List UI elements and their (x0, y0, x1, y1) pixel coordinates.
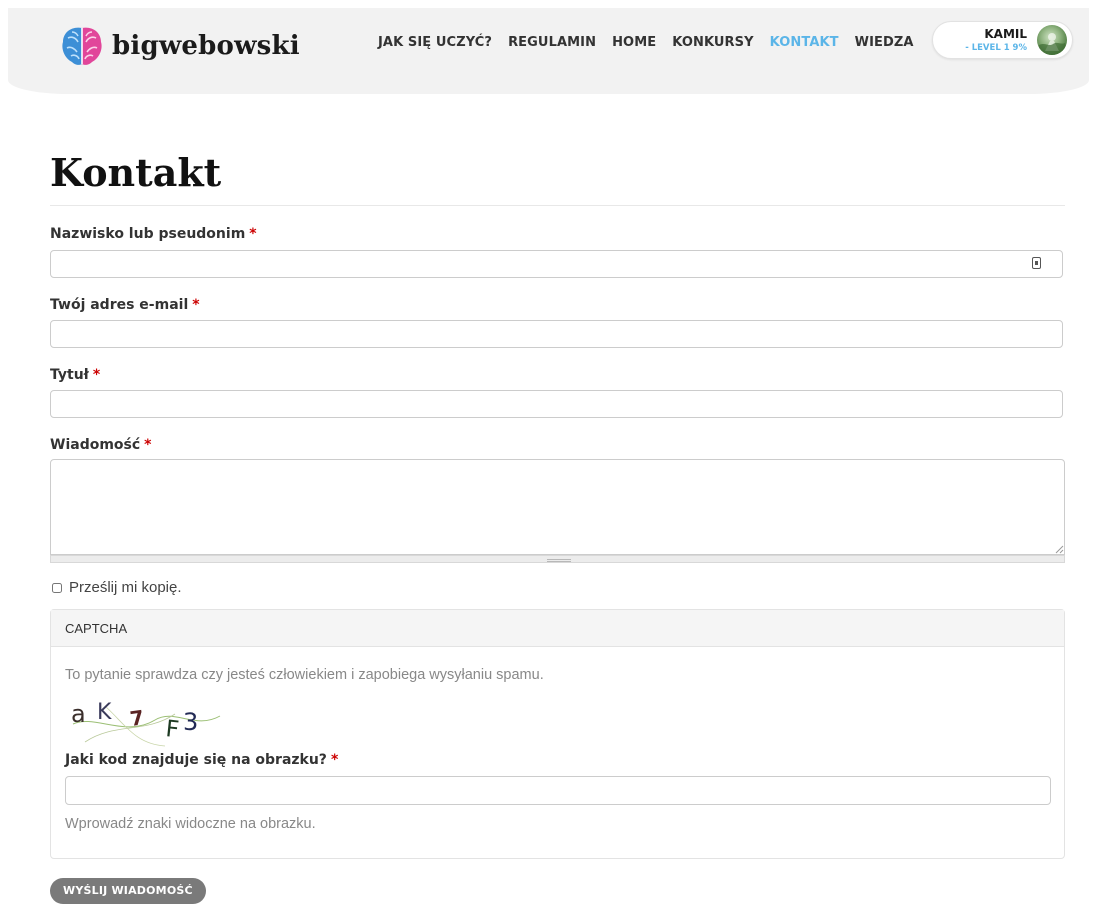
name-field[interactable] (50, 250, 1063, 278)
site-logo[interactable]: bigwebowski (58, 22, 300, 70)
main-nav: JAK SIĘ UCZYĆ? REGULAMIN HOME KONKURSY K… (378, 35, 930, 50)
email-label: Twój adres e-mail * (50, 297, 200, 313)
captcha-fieldset: CAPTCHA To pytanie sprawdza czy jesteś c… (50, 609, 1065, 859)
nav-item-konkursy[interactable]: KONKURSY (672, 35, 753, 50)
captcha-question: Jaki kod znajduje się na obrazku? * (65, 752, 338, 768)
captcha-help-text: Wprowadź znaki widoczne na obrazku. (65, 816, 316, 832)
captcha-title: CAPTCHA (65, 621, 128, 636)
password-manager-icon[interactable] (1032, 257, 1041, 269)
nav-item-jak-sie-uczyc[interactable]: JAK SIĘ UCZYĆ? (378, 35, 492, 50)
captcha-answer-field[interactable] (65, 776, 1051, 805)
subject-label-text: Tytuł (50, 367, 89, 383)
textarea-grippie[interactable] (50, 555, 1065, 563)
resize-handle-icon[interactable] (1054, 544, 1064, 554)
captcha-question-text: Jaki kod znajduje się na obrazku? (65, 752, 327, 768)
message-label: Wiadomość * (50, 437, 152, 453)
nav-item-regulamin[interactable]: REGULAMIN (508, 35, 596, 50)
avatar-image-icon (1037, 33, 1067, 55)
captcha-image: a K 7 F 3 (71, 700, 221, 747)
send-message-button[interactable]: WYŚLIJ WIADOMOŚĆ (50, 878, 206, 904)
svg-text:F: F (164, 716, 180, 743)
name-label-text: Nazwisko lub pseudonim (50, 226, 246, 242)
message-label-text: Wiadomość (50, 437, 141, 453)
required-mark: * (249, 226, 257, 242)
svg-text:7: 7 (128, 705, 145, 731)
nav-item-wiedza[interactable]: WIEDZA (855, 35, 914, 50)
title-divider (50, 205, 1065, 206)
required-mark: * (92, 367, 101, 383)
send-copy-label[interactable]: Prześlij mi kopię. (69, 579, 182, 596)
svg-text:K: K (97, 700, 112, 725)
required-mark: * (192, 297, 200, 313)
captcha-header: CAPTCHA (51, 610, 1064, 647)
required-mark: * (330, 752, 339, 768)
email-field[interactable] (50, 320, 1063, 348)
user-menu[interactable]: KAMIL - LEVEL 1 9% (932, 21, 1073, 59)
user-level: - LEVEL 1 9% (965, 43, 1027, 53)
svg-text:3: 3 (183, 708, 198, 736)
page-title: Kontakt (50, 150, 222, 195)
site-header: bigwebowski JAK SIĘ UCZYĆ? REGULAMIN HOM… (8, 8, 1089, 94)
send-copy-checkbox[interactable] (52, 582, 62, 593)
email-label-text: Twój adres e-mail (50, 297, 189, 313)
required-mark: * (144, 437, 152, 453)
subject-label: Tytuł * (50, 367, 100, 383)
brain-logo-icon (62, 27, 102, 65)
avatar (1037, 25, 1067, 55)
logo-text: bigwebowski (112, 31, 300, 61)
nav-item-kontakt[interactable]: KONTAKT (770, 35, 839, 50)
captcha-description: To pytanie sprawdza czy jesteś człowieki… (65, 667, 544, 683)
subject-field[interactable] (50, 390, 1063, 418)
message-field[interactable] (50, 459, 1065, 555)
send-copy-row: Prześlij mi kopię. (52, 579, 182, 596)
name-label: Nazwisko lub pseudonim * (50, 226, 257, 242)
user-name: KAMIL (984, 27, 1027, 41)
nav-item-home[interactable]: HOME (612, 35, 656, 50)
svg-text:a: a (71, 700, 86, 728)
